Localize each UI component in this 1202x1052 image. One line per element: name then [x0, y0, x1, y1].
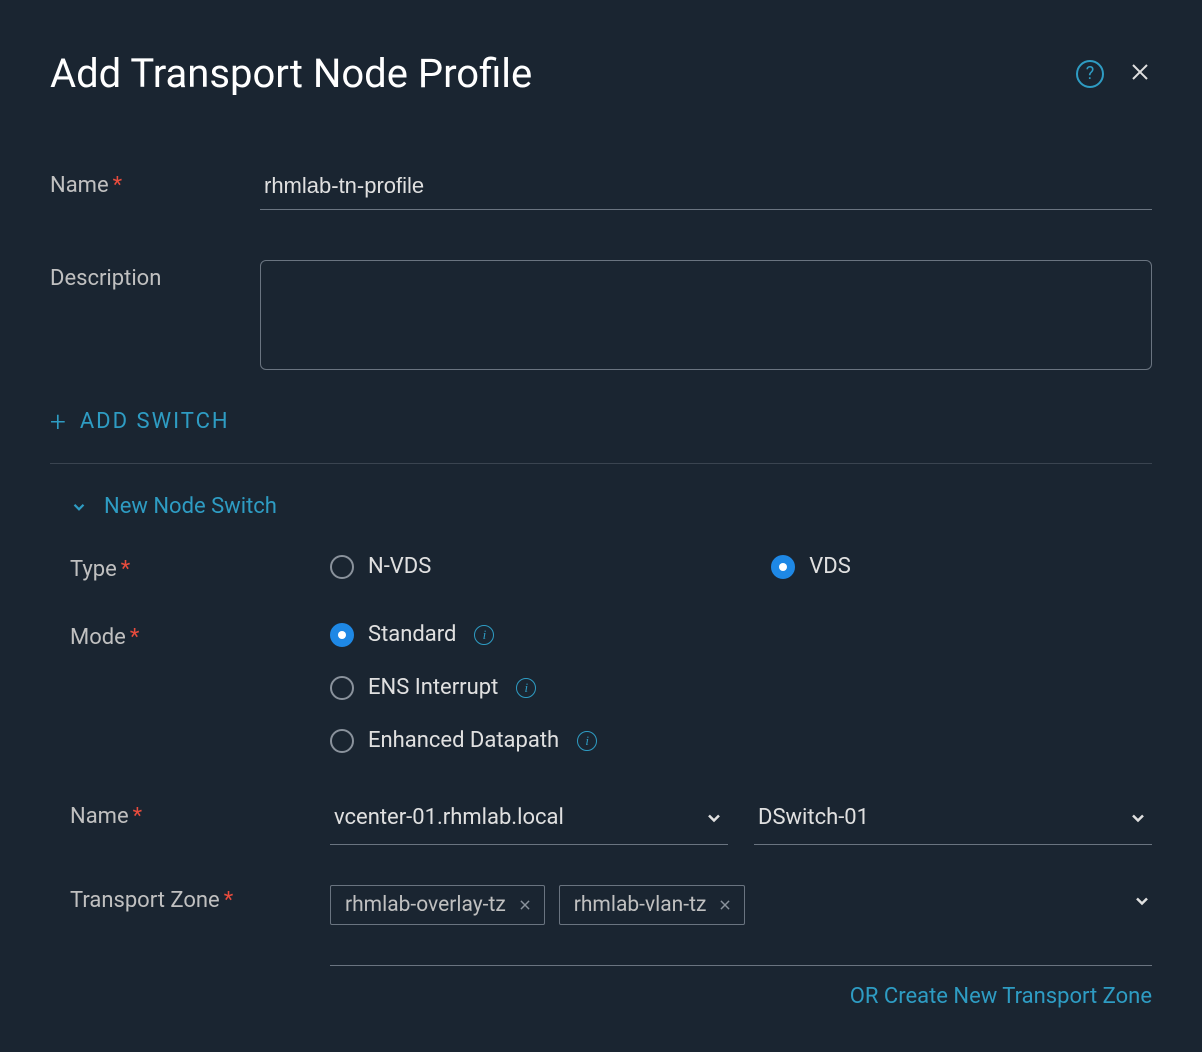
chip-label: rhmlab-vlan-tz — [574, 893, 707, 917]
radio-label: ENS Interrupt — [368, 675, 498, 700]
description-input[interactable] — [260, 260, 1152, 370]
plus-icon: + — [50, 405, 68, 438]
radio-icon — [771, 555, 795, 579]
switch-section-header[interactable]: New Node Switch — [70, 494, 1152, 519]
switch-section-title: New Node Switch — [104, 494, 277, 519]
radio-icon — [330, 729, 354, 753]
vcenter-select[interactable]: vcenter-01.rhmlab.local — [330, 801, 728, 845]
radio-label: VDS — [809, 554, 851, 579]
name-input[interactable] — [260, 167, 1152, 210]
type-label: Type* — [70, 554, 330, 582]
transport-zone-label: Transport Zone* — [70, 885, 330, 913]
mode-label: Mode* — [70, 622, 330, 650]
tz-chip-overlay: rhmlab-overlay-tz — [330, 885, 545, 925]
switch-name-label: Name* — [70, 801, 330, 829]
radio-label: N-VDS — [368, 554, 431, 579]
select-value: vcenter-01.rhmlab.local — [334, 805, 564, 830]
radio-icon — [330, 623, 354, 647]
chevron-down-icon — [1128, 808, 1148, 828]
mode-radio-ens[interactable]: ENS Interrupt i — [330, 675, 597, 700]
mode-radio-enhanced[interactable]: Enhanced Datapath i — [330, 728, 597, 753]
type-radio-nvds[interactable]: N-VDS — [330, 554, 431, 579]
help-icon[interactable]: ? — [1076, 60, 1104, 88]
tz-chip-vlan: rhmlab-vlan-tz — [559, 885, 746, 925]
chip-label: rhmlab-overlay-tz — [345, 893, 506, 917]
type-radio-vds[interactable]: VDS — [771, 554, 851, 579]
close-icon[interactable] — [1128, 60, 1152, 88]
radio-icon — [330, 676, 354, 700]
radio-label: Standard — [368, 622, 456, 647]
info-icon[interactable]: i — [516, 678, 536, 698]
add-switch-button[interactable]: + ADD SWITCH — [50, 405, 1152, 464]
transport-zone-select[interactable]: rhmlab-overlay-tz rhmlab-vlan-tz — [330, 885, 1152, 966]
select-value: DSwitch-01 — [758, 805, 869, 830]
page-title: Add Transport Node Profile — [50, 50, 532, 97]
add-switch-label: ADD SWITCH — [80, 409, 230, 434]
info-icon[interactable]: i — [577, 731, 597, 751]
dswitch-select[interactable]: DSwitch-01 — [754, 801, 1152, 845]
radio-label: Enhanced Datapath — [368, 728, 559, 753]
description-label: Description — [50, 260, 260, 291]
mode-radio-standard[interactable]: Standard i — [330, 622, 597, 647]
chevron-down-icon — [704, 808, 724, 828]
create-transport-zone-link[interactable]: OR Create New Transport Zone — [70, 984, 1152, 1009]
chevron-down-icon — [1132, 885, 1152, 915]
chevron-down-icon — [70, 498, 88, 516]
info-icon[interactable]: i — [474, 625, 494, 645]
radio-icon — [330, 555, 354, 579]
chip-remove-icon[interactable] — [718, 898, 732, 912]
chip-remove-icon[interactable] — [518, 898, 532, 912]
name-label: Name* — [50, 167, 260, 198]
